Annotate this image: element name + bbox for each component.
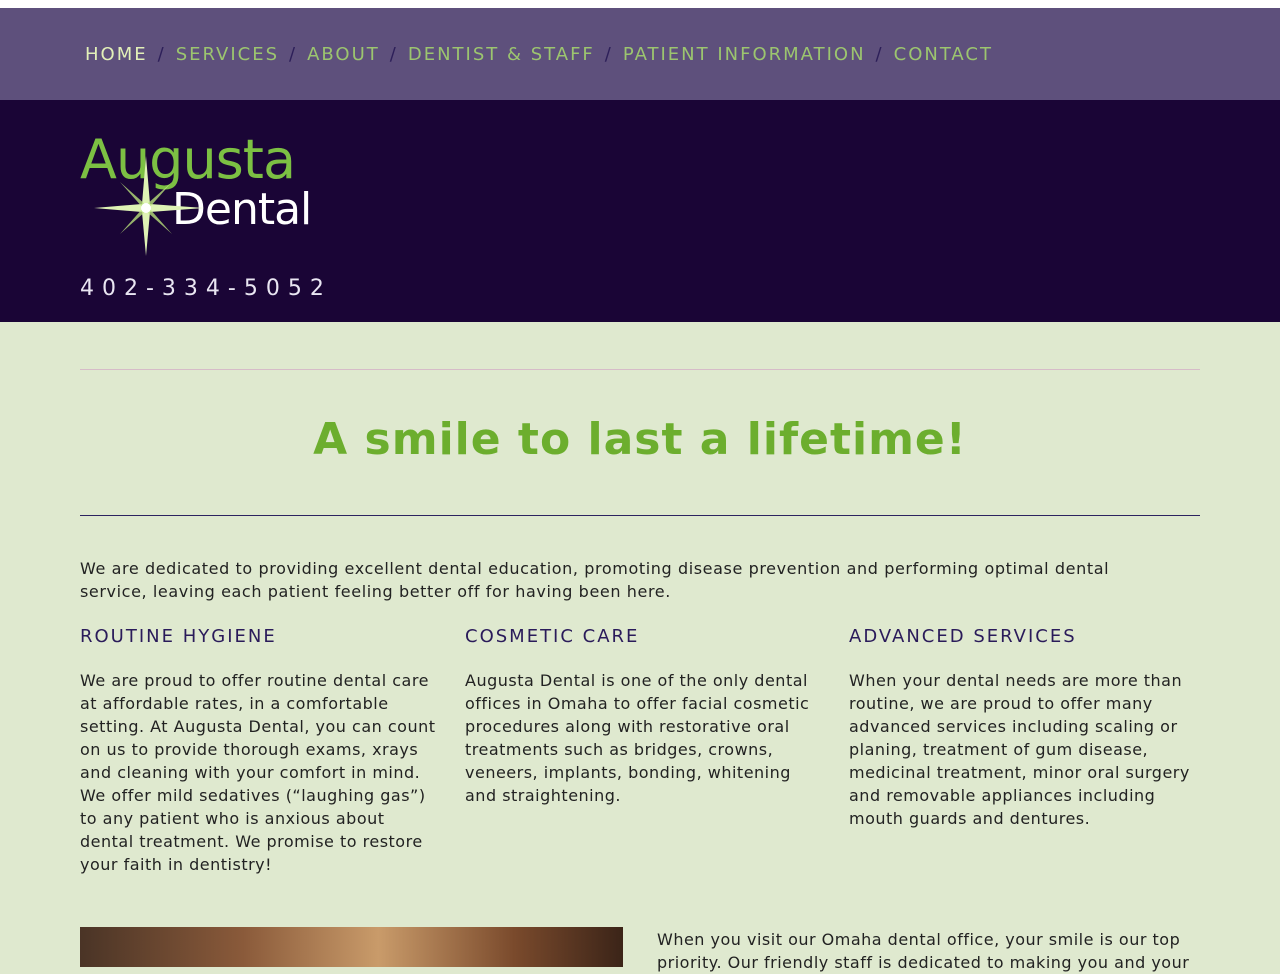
divider-headline xyxy=(80,515,1200,516)
advanced-services-section: ADVANCED SERVICES When your dental needs… xyxy=(849,626,1199,830)
nav-patient-information[interactable]: PATIENT INFORMATION xyxy=(623,44,866,65)
routine-hygiene-section: ROUTINE HYGIENE We are proud to offer ro… xyxy=(80,626,440,876)
logo-word-augusta: Augusta xyxy=(80,128,295,191)
nav-separator: / xyxy=(875,43,884,65)
nav-home[interactable]: HOME xyxy=(85,44,148,65)
nav-list: HOME / SERVICES / ABOUT / DENTIST & STAF… xyxy=(85,8,993,100)
visit-paragraph: When you visit our Omaha dental office, … xyxy=(657,930,1190,972)
cosmetic-care-text: Augusta Dental is one of the only dental… xyxy=(465,671,810,805)
patient-photo xyxy=(80,927,623,967)
site-header: Augusta Dental 402-334-5052 xyxy=(0,100,1280,322)
nav-services[interactable]: SERVICES xyxy=(176,44,279,65)
nav-separator: / xyxy=(604,43,613,65)
top-navigation: HOME / SERVICES / ABOUT / DENTIST & STAF… xyxy=(0,8,1280,100)
intro-paragraph: We are dedicated to providing excellent … xyxy=(80,559,1110,601)
nav-dentist-staff[interactable]: DENTIST & STAFF xyxy=(408,44,595,65)
divider-top xyxy=(80,369,1200,370)
advanced-services-text: When your dental needs are more than rou… xyxy=(849,671,1190,828)
routine-hygiene-text: We are proud to offer routine dental car… xyxy=(80,671,436,874)
logo-word-dental: Dental xyxy=(172,184,311,235)
nav-separator: / xyxy=(157,43,166,65)
page-headline: A smile to last a lifetime! xyxy=(313,414,967,465)
advanced-services-title: ADVANCED SERVICES xyxy=(849,626,1077,647)
cosmetic-care-section: COSMETIC CARE Augusta Dental is one of t… xyxy=(465,626,825,807)
nav-about[interactable]: ABOUT xyxy=(307,44,380,65)
cosmetic-care-title: COSMETIC CARE xyxy=(465,626,640,647)
nav-separator: / xyxy=(289,43,298,65)
augusta-dental-logo[interactable]: Augusta Dental xyxy=(80,122,340,262)
nav-contact[interactable]: CONTACT xyxy=(894,44,993,65)
main-content: A smile to last a lifetime! We are dedic… xyxy=(0,322,1280,972)
top-strip xyxy=(0,0,1280,8)
phone-number[interactable]: 402-334-5052 xyxy=(80,276,332,301)
routine-hygiene-title: ROUTINE HYGIENE xyxy=(80,626,277,647)
nav-separator: / xyxy=(389,43,398,65)
